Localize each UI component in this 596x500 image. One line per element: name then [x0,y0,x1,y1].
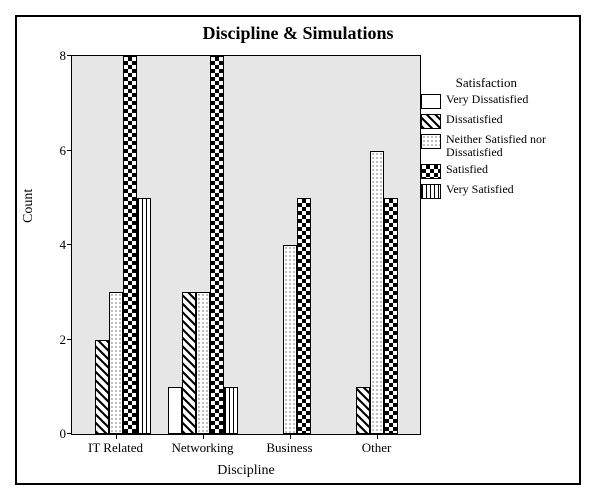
x-tick-label: IT Related [88,440,143,456]
bar [283,245,297,434]
legend-swatch [421,164,441,179]
legend-label: Satisfied [446,163,488,176]
legend-item: Very Satisfied [421,183,571,199]
x-axis-label: Discipline [71,463,421,479]
bar [182,292,196,434]
bar [123,56,137,434]
x-tick-label: Networking [171,440,233,456]
x-tick-label: Other [362,440,392,456]
bar [210,56,224,434]
y-tick-label: 2 [60,332,67,348]
plot-area: 02468IT RelatedNetworkingBusinessOther [71,55,421,435]
bar [196,292,210,434]
legend-label: Neither Satisfied nor Dissatisfied [446,133,571,159]
bar [297,198,311,434]
bar [95,340,109,435]
legend-label: Dissatisfied [446,113,503,126]
y-tick-label: 4 [60,237,67,253]
legend-label: Very Dissatisfied [446,93,528,106]
legend-item: Satisfied [421,163,571,179]
bar [168,387,182,434]
chart-title: Discipline & Simulations [17,23,579,44]
bar [370,151,384,435]
legend-swatch [421,134,441,149]
legend: Very Dissatisfied Dissatisfied Neither Sat… [421,93,571,203]
bar [384,198,398,434]
bar [356,387,370,434]
y-tick-label: 8 [60,48,67,64]
legend-item: Dissatisfied [421,113,571,129]
y-tick-label: 0 [60,426,67,442]
legend-item: Very Dissatisfied [421,93,571,109]
legend-swatch [421,184,441,199]
x-tick-label: Business [266,440,312,456]
legend-swatch [421,114,441,129]
legend-swatch [421,94,441,109]
chart-frame: Discipline & Simulations Satisfaction Ve… [15,15,581,485]
bar [137,198,151,434]
bar [224,387,238,434]
y-axis-label: Count [21,189,37,223]
legend-item: Neither Satisfied nor Dissatisfied [421,133,571,159]
legend-title: Satisfaction [456,75,517,91]
y-tick-label: 6 [60,143,67,159]
legend-label: Very Satisfied [446,183,514,196]
bar [109,292,123,434]
chart-figure: Discipline & Simulations Satisfaction Ve… [0,0,596,500]
